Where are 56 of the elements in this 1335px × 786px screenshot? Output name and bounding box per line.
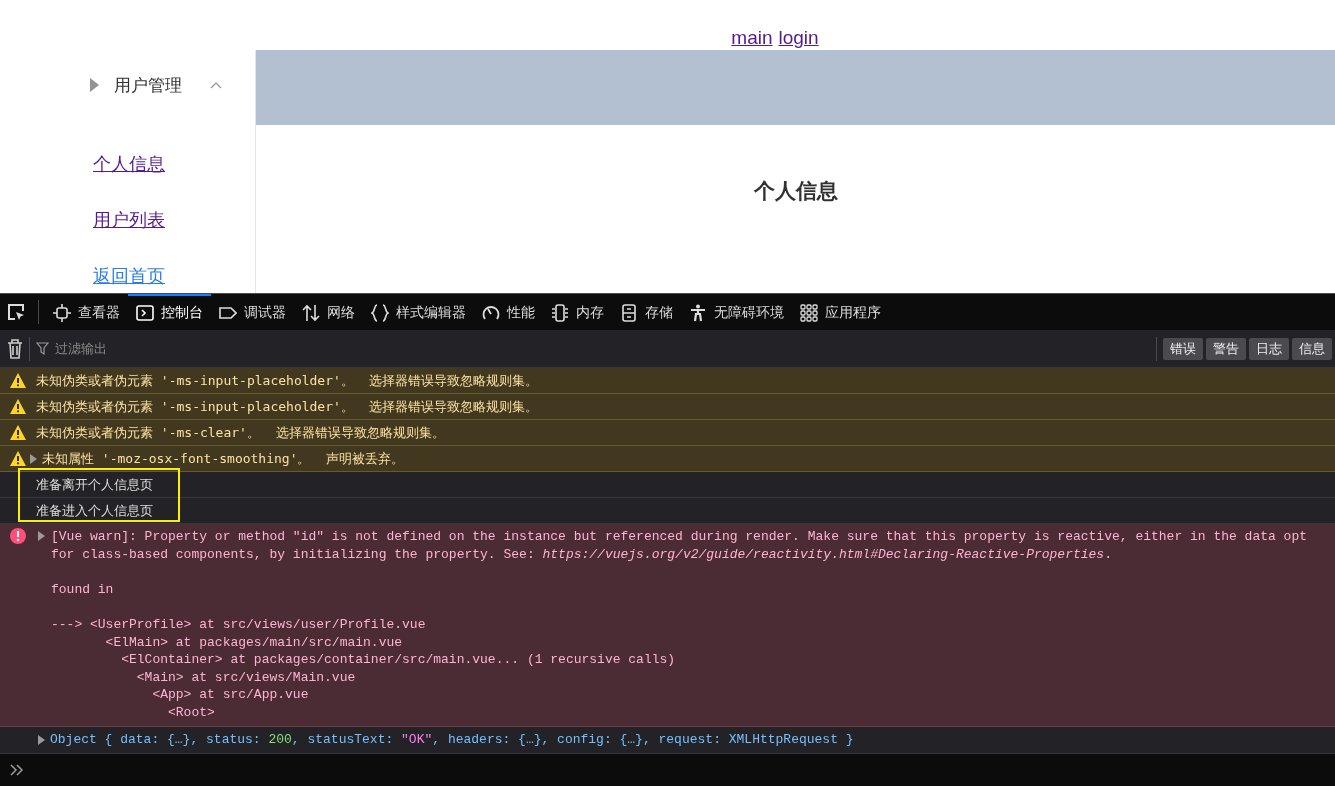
devtools-tab[interactable]: 内存 [543,294,612,330]
expand-icon[interactable] [30,453,37,464]
sidebar-link[interactable]: 个人信息 [93,153,165,175]
devtools-tab[interactable]: 无障碍环境 [681,294,792,330]
level-filter-button[interactable]: 日志 [1249,337,1289,360]
prompt-icon [10,763,24,776]
component-trace: ---> <UserProfile> at src/views/user/Profile.vue <ElMain> at packages/main/src/main.vue <ElContainer> at packages/container/src/main.vue... (1 recursive calls) <Main> at src/views/Main.vue <App> at src/App.vue <Root> [51,615,677,722]
level-filter-button[interactable]: 错误 [1163,337,1203,360]
expand-icon[interactable] [38,734,45,745]
sidebar-link[interactable]: 返回首页 [93,265,165,287]
triangle-icon [90,78,99,92]
devtools-tab[interactable]: 网络 [294,294,363,330]
log-message: 准备离开个人信息页 [36,475,153,494]
network-icon [302,304,320,322]
devtools-tab[interactable]: 存储 [612,294,681,330]
trash-icon[interactable] [7,338,23,359]
filter-field[interactable]: 过滤输出 [53,340,257,357]
object-output[interactable]: Object { data: {…}, status: 200, statusText: "OK", headers: {…}, config: {…}, request: XMLHttpRequest } [50,732,854,748]
sidebar-link[interactable]: 用户列表 [93,209,165,231]
level-filter-button[interactable]: 警告 [1206,337,1246,360]
devtools-tab[interactable]: 样式编辑器 [363,294,474,330]
devtools-tab[interactable]: 性能 [474,294,543,330]
warning-message: 未知伪类或者伪元素 '-ms-input-placeholder'。 选择器错误导致忽略规则集。 [36,397,539,416]
level-filter-button[interactable]: 信息 [1292,337,1332,360]
nav-link[interactable]: main [731,26,773,50]
storage-icon [620,304,638,322]
nav-link[interactable]: login [778,26,819,50]
accessibility-icon [689,304,707,322]
grid-icon [800,304,818,322]
element-picker-icon[interactable] [6,302,26,322]
found-in-label: found in [51,580,115,599]
warning-message: 未知伪类或者伪元素 '-ms-input-placeholder'。 选择器错误导致忽略规则集。 [36,371,539,390]
page-title: 个人信息 [752,178,839,205]
filter-icon [36,342,49,355]
devtools-tab[interactable]: 调试器 [211,294,294,330]
warning-message: 未知伪类或者伪元素 '-ms-clear'。 选择器错误导致忽略规则集。 [36,423,445,442]
warning-icon [10,373,26,388]
chevron-icon[interactable] [210,81,222,89]
devtools-tab[interactable]: 控制台 [128,294,211,330]
error-icon [10,528,26,544]
gauge-icon [482,304,500,322]
expand-icon[interactable] [38,531,45,541]
error-message: [Vue warn]: Property or method "id" is not defined on the instance but referenced during render. Make sure that this property is reactive, either in the data opt for class-based components, by initializing the property. See: https://vuejs.org/v2/guide/reactivity.html#Declaring-Reactive-Properties. [51,528,1307,564]
console-icon [136,304,154,322]
warning-icon [10,399,26,414]
devtools-tab[interactable]: 应用程序 [792,294,889,330]
menu-title[interactable]: 用户管理 [114,73,182,97]
devtools-tab[interactable]: 查看器 [45,294,128,330]
braces-icon [371,304,389,322]
chip-icon [551,304,569,322]
warning-icon [10,451,26,466]
warning-message: 未知属性 '-moz-osx-font-smoothing'。 声明被丢弃。 [42,449,405,468]
warning-icon [10,425,26,440]
log-message: 准备进入个人信息页 [36,501,153,520]
inspector-icon [53,304,71,322]
debugger-icon [219,304,237,322]
